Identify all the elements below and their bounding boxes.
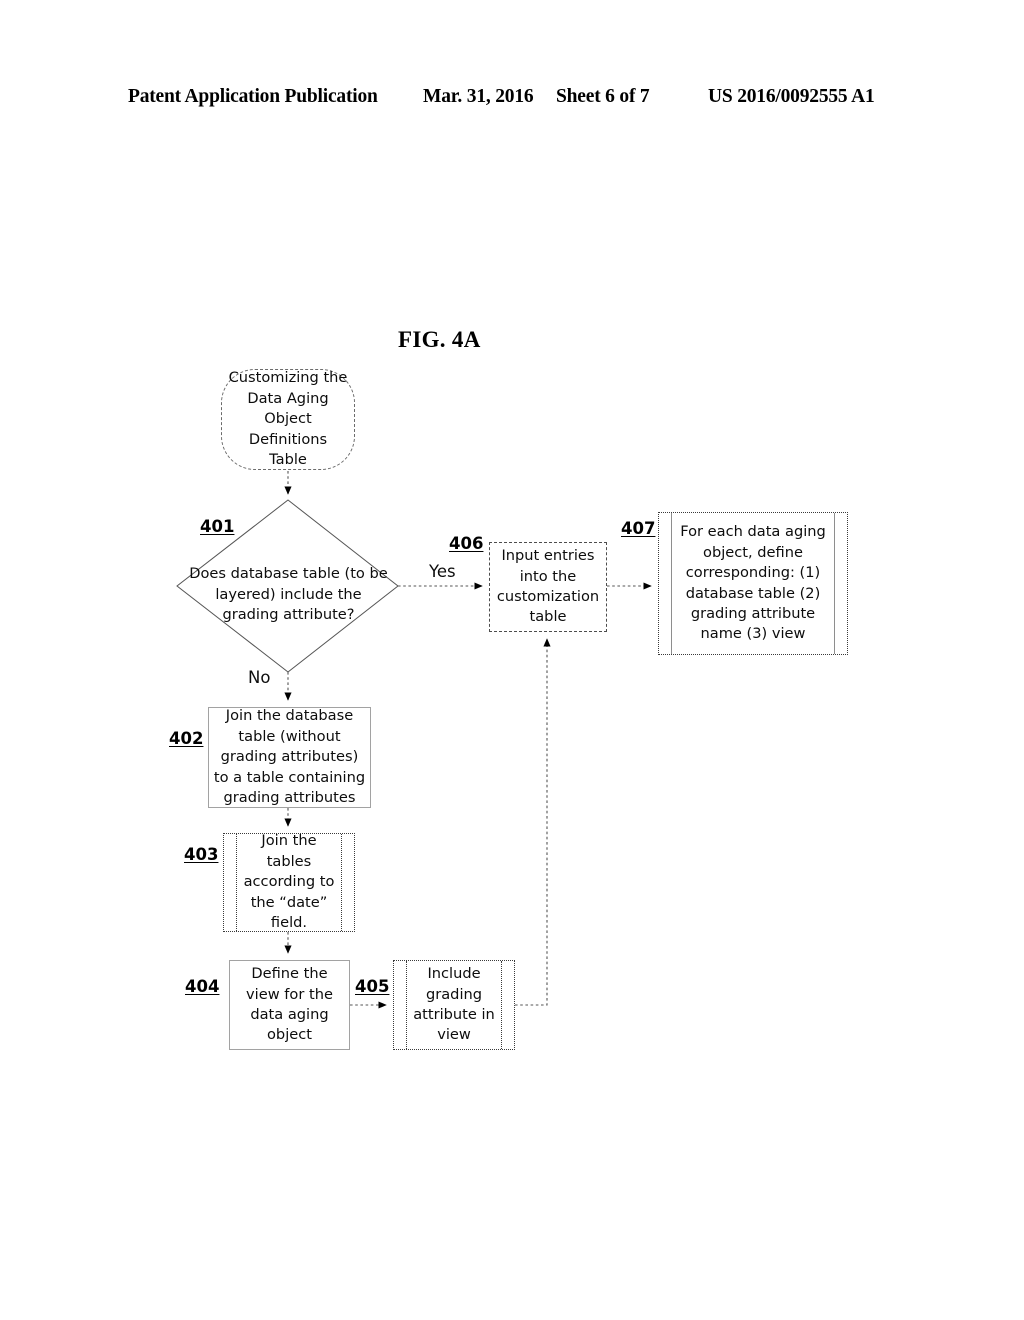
flow-node-404[interactable]: Define the view for the data aging objec… — [229, 960, 350, 1050]
ref-numeral-402: 402 — [169, 729, 204, 748]
flow-node-404-text: Define the view for the data aging objec… — [246, 965, 333, 1044]
flow-node-405[interactable]: Include grading attribute in view — [393, 960, 515, 1050]
flow-node-start[interactable]: Customizing the Data Aging Object Defini… — [221, 369, 355, 470]
ref-numeral-405: 405 — [355, 977, 390, 996]
ref-numeral-407: 407 — [621, 519, 656, 538]
flow-node-402[interactable]: Join the database table (without grading… — [208, 707, 371, 808]
flow-node-402-text: Join the database table (without grading… — [213, 707, 366, 807]
flowchart-diagram: 406 --> 402 --> Customizing the Data Agi… — [0, 0, 1024, 1320]
flow-node-401[interactable]: Does database table (to be layered) incl… — [186, 560, 391, 630]
edge-label-yes: Yes — [429, 562, 456, 581]
ref-numeral-401: 401 — [200, 517, 235, 536]
flow-node-406[interactable]: Input entries into the customization tab… — [489, 542, 607, 632]
edge-405-to-406-feedback — [515, 638, 551, 1006]
flow-node-407-text: For each data aging object, define corre… — [680, 523, 826, 643]
flow-node-407[interactable]: For each data aging object, define corre… — [658, 512, 848, 655]
ref-numeral-403: 403 — [184, 845, 219, 864]
flowchart-connectors-layer: 406 --> 402 --> — [176, 471, 652, 1009]
flow-node-403-text: Join the tables according to the “date” … — [243, 832, 335, 932]
ref-numeral-406: 406 — [449, 534, 484, 553]
edge-label-no: No — [248, 668, 271, 687]
flow-node-405-text: Include grading attribute in view — [413, 965, 495, 1044]
flow-node-406-text: Input entries into the customization tab… — [496, 547, 600, 626]
ref-numeral-404: 404 — [185, 977, 220, 996]
flow-node-401-text: Does database table (to be layered) incl… — [189, 565, 388, 624]
flow-node-start-text: Customizing the Data Aging Object Defini… — [228, 369, 348, 469]
flow-node-403[interactable]: Join the tables according to the “date” … — [223, 832, 355, 932]
